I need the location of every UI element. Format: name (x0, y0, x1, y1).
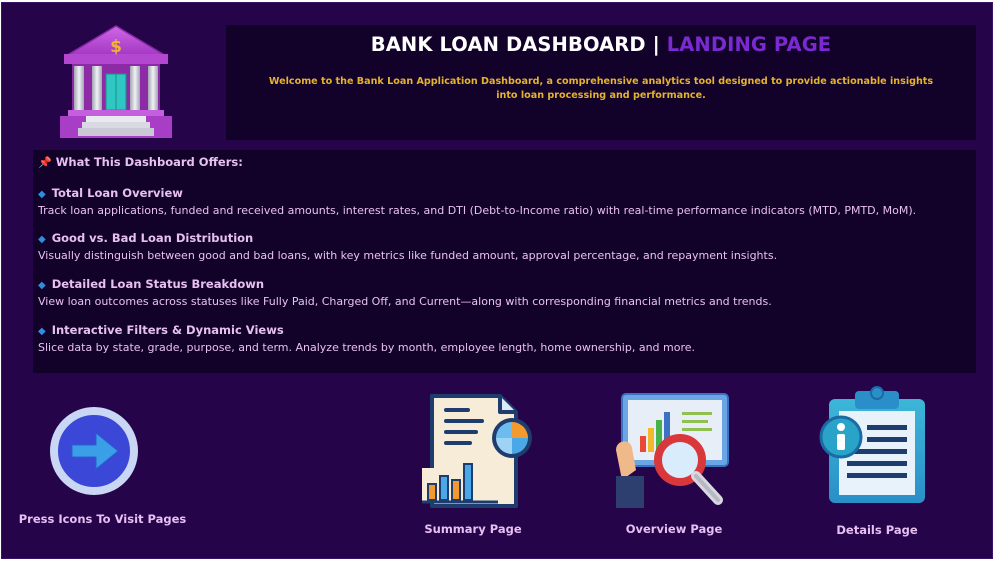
summary-page-label[interactable]: Summary Page (393, 522, 553, 536)
welcome-text: Welcome to the Bank Loan Application Das… (268, 76, 934, 101)
feature-title: Detailed Loan Status Breakdown (51, 277, 265, 291)
title-accent: LANDING PAGE (666, 33, 832, 56)
feature-interactive-filters: ◆ Interactive Filters & Dynamic Views Sli… (38, 322, 695, 356)
overview-page-label[interactable]: Overview Page (594, 522, 754, 536)
blue-diamond-icon: ◆ (38, 189, 46, 200)
feature-title: Total Loan Overview (51, 186, 183, 200)
header-panel: BANK LOAN DASHBOARD | LANDING PAGE Welco… (226, 25, 976, 140)
feature-description: Visually distinguish between good and ba… (38, 249, 778, 262)
feature-total-loan-overview: ◆ Total Loan Overview Track loan applicat… (38, 185, 916, 219)
feature-good-vs-bad: ◆ Good vs. Bad Loan Distribution Visually… (38, 230, 777, 264)
press-icons-label: Press Icons To Visit Pages (18, 512, 187, 526)
feature-title: Good vs. Bad Loan Distribution (51, 231, 254, 245)
feature-status-breakdown: ◆ Detailed Loan Status Breakdown View loa… (38, 276, 772, 310)
page-title: BANK LOAN DASHBOARD | LANDING PAGE (226, 33, 976, 56)
offers-heading: 📌 What This Dashboard Offers: (38, 155, 243, 169)
offers-panel: 📌 What This Dashboard Offers: ◆ Total Loan… (33, 150, 976, 373)
title-main: BANK LOAN DASHBOARD | (370, 33, 660, 56)
feature-title: Interactive Filters & Dynamic Views (51, 323, 284, 337)
feature-description: Track loan applications, funded and rece… (38, 204, 917, 217)
blue-diamond-icon: ◆ (38, 234, 46, 245)
arrow-right-circle-icon[interactable] (48, 405, 140, 497)
details-page-label[interactable]: Details Page (797, 523, 957, 537)
feature-description: View loan outcomes across statuses like … (38, 295, 772, 308)
overview-analytics-icon[interactable] (612, 390, 732, 510)
svg-text:$: $ (110, 37, 122, 57)
blue-diamond-icon: ◆ (38, 326, 46, 337)
blue-diamond-icon: ◆ (38, 280, 46, 291)
details-clipboard-icon[interactable] (815, 385, 929, 507)
feature-description: Slice data by state, grade, purpose, and… (38, 341, 696, 354)
pushpin-icon: 📌 (38, 156, 52, 169)
summary-report-icon[interactable] (418, 392, 534, 510)
offers-heading-label: What This Dashboard Offers: (55, 155, 243, 169)
bank-building-icon: $ (60, 25, 172, 138)
